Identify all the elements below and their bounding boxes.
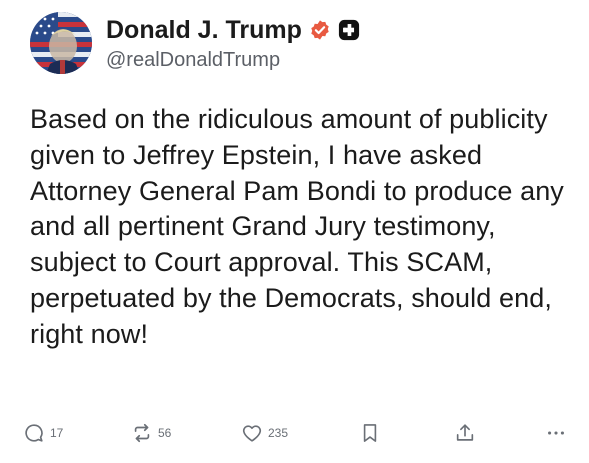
retruth-button[interactable]: 56 [131,415,171,451]
author-handle[interactable]: @realDonaldTrump [106,49,280,72]
author-name-row: Donald J. Trump [106,14,360,46]
post-text: Based on the ridiculous amount of public… [30,104,564,349]
reply-button[interactable]: 17 [23,415,63,451]
retruth-count: 56 [158,426,172,440]
avatar[interactable] [30,12,92,74]
heart-icon [242,425,262,442]
share-icon [456,424,474,441]
reply-icon [25,424,43,442]
flag-portrait-avatar [30,12,92,74]
more-icon [548,431,564,435]
reply-count: 17 [50,426,64,440]
retruth-icon [134,423,150,443]
like-button[interactable]: 235 [241,415,288,451]
verified-badge-icon [311,20,329,40]
more-options-button[interactable] [545,415,567,451]
share-button[interactable] [454,415,476,451]
bookmark-button[interactable] [361,415,379,451]
truth-post: Donald J. Trump @realDonaldTrump Based o… [0,0,589,463]
truth-social-badge-icon [338,19,359,41]
post-action-bar: 17 56 235 [0,415,589,451]
display-name[interactable]: Donald J. Trump [106,16,302,45]
bookmark-icon [363,424,377,442]
like-count: 235 [268,426,289,440]
